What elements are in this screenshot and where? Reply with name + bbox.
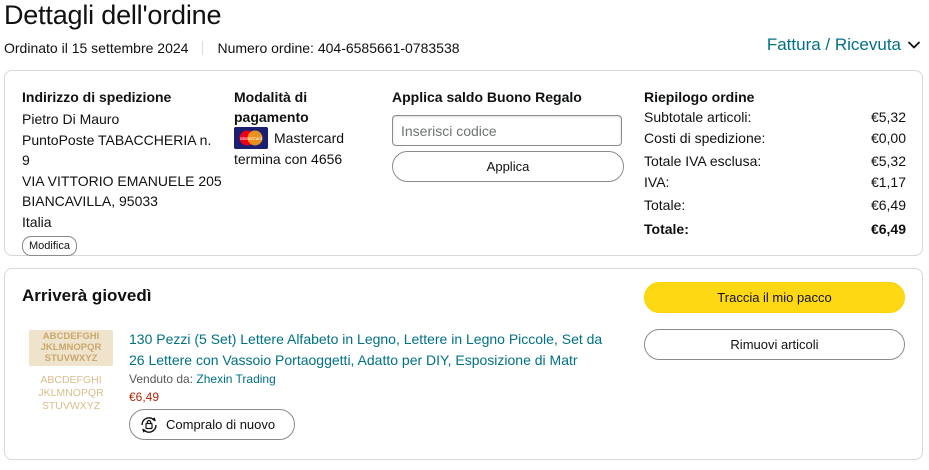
thumb-letters: STUVWXYZ (45, 353, 98, 364)
summary-row: Subtotale articoli: €5,32 (644, 107, 906, 128)
gift-heading: Applica saldo Buono Regalo (392, 89, 582, 105)
summary-total-value: €6,49 (870, 220, 906, 237)
buy-again-label: Compralo di nuovo (166, 417, 276, 432)
shipment-card: Arriverà giovedì Traccia il mio pacco Ri… (4, 268, 923, 460)
summary-value: €5,32 (870, 153, 906, 169)
address-line: VIA VITTORIO EMANUELE 205 (22, 172, 222, 189)
product-thumbnail[interactable]: ABCDEFGHI JKLMNOPQR STUVWXYZ ABCDEFGHI J… (27, 329, 115, 419)
summary-value: €1,17 (870, 173, 906, 190)
product-title-link[interactable]: 130 Pezzi (5 Set) Lettere Alfabeto in Le… (129, 329, 619, 370)
apply-gift-button[interactable]: Applica (392, 151, 624, 182)
summary-label: IVA: (644, 173, 670, 190)
summary-row: IVA: €1,17 (644, 172, 906, 193)
sold-by: Venduto da: Zhexin Trading (129, 372, 619, 386)
card-name: Mastercard (274, 129, 345, 146)
chevron-down-icon (908, 41, 920, 49)
thumb-letters: JKLMNOPQR (41, 342, 102, 353)
summary-row: Totale IVA esclusa: €5,32 (644, 151, 906, 172)
invoice-dropdown[interactable]: Fattura / Ricevuta (767, 35, 921, 55)
summary-value: €6,49 (870, 197, 906, 213)
order-date: Ordinato il 15 settembre 2024 (4, 40, 189, 56)
arrival-heading: Arriverà giovedì (22, 286, 152, 305)
summary-label: Subtotale articoli: (644, 109, 752, 125)
buy-again-button[interactable]: Compralo di nuovo (129, 409, 295, 440)
seller-link[interactable]: Zhexin Trading (196, 372, 275, 386)
gift-code-input[interactable] (392, 115, 622, 146)
buy-again-icon (141, 416, 157, 433)
address-line: Pietro Di Mauro (22, 111, 120, 127)
edit-address-button[interactable]: Modifica (22, 236, 77, 256)
shipping-address-lines: Pietro Di Mauro PuntoPoste TABACCHERIA n… (22, 109, 222, 232)
remove-items-button[interactable]: Rimuovi articoli (644, 329, 905, 360)
sold-by-label: Venduto da: (129, 372, 194, 386)
thumb-letters: ABCDEFGHI (40, 374, 101, 386)
summary-row: Costi di spedizione: €0,00 (644, 128, 906, 149)
mastercard-logo-icon: MasterCard (234, 127, 268, 149)
thumb-letters: STUVWXYZ (42, 400, 101, 412)
thumb-letters: ABCDEFGHI (43, 331, 99, 342)
payment-card-row: MasterCard Mastercard (234, 127, 374, 149)
shipping-address-section: Indirizzo di spedizione Pietro Di Mauro … (22, 87, 222, 256)
product-info: 130 Pezzi (5 Set) Lettere Alfabeto in Le… (129, 329, 619, 404)
payment-heading-line-1: Modalità di (234, 89, 308, 105)
mastercard-logo-text: MasterCard (240, 136, 263, 141)
address-line: BIANCAVILLA, 95033 (22, 193, 158, 209)
shipping-heading: Indirizzo di spedizione (22, 89, 172, 105)
summary-value: €0,00 (870, 129, 906, 146)
track-package-button[interactable]: Traccia il mio pacco (644, 282, 905, 313)
summary-label: Totale: (644, 197, 686, 213)
gift-card-section: Applica saldo Buono Regalo Applica (392, 87, 624, 182)
page-title: Dettagli dell'ordine (4, 0, 222, 30)
address-line: PuntoPoste TABACCHERIA n. 9 (22, 131, 212, 169)
payment-heading-line-2: pagamento (234, 109, 309, 125)
order-meta: Ordinato il 15 settembre 2024 Numero ord… (4, 40, 460, 56)
summary-label: Costi di spedizione: (644, 129, 766, 146)
order-summary-section: Riepilogo ordine Subtotale articoli: €5,… (644, 87, 906, 239)
order-info-card: Indirizzo di spedizione Pietro Di Mauro … (4, 70, 923, 256)
meta-divider (202, 41, 204, 55)
summary-label: Totale IVA esclusa: (644, 153, 762, 169)
summary-total-label: Totale: (644, 220, 689, 237)
summary-value: €5,32 (870, 109, 906, 125)
payment-section: Modalità di pagamento MasterCard Masterc… (234, 87, 374, 170)
card-ending: termina con 4656 (234, 151, 343, 167)
thumb-letters: JKLMNOPQR (38, 387, 104, 399)
summary-total-row: Totale: €6,49 (644, 219, 906, 240)
summary-row: Totale: €6,49 (644, 195, 906, 216)
order-number: Numero ordine: 404-6585661-0783538 (217, 40, 460, 56)
product-price: €6,49 (129, 390, 160, 404)
invoice-link-label: Fattura / Ricevuta (766, 35, 901, 54)
summary-heading: Riepilogo ordine (644, 89, 755, 105)
address-line: Italia (22, 213, 52, 230)
